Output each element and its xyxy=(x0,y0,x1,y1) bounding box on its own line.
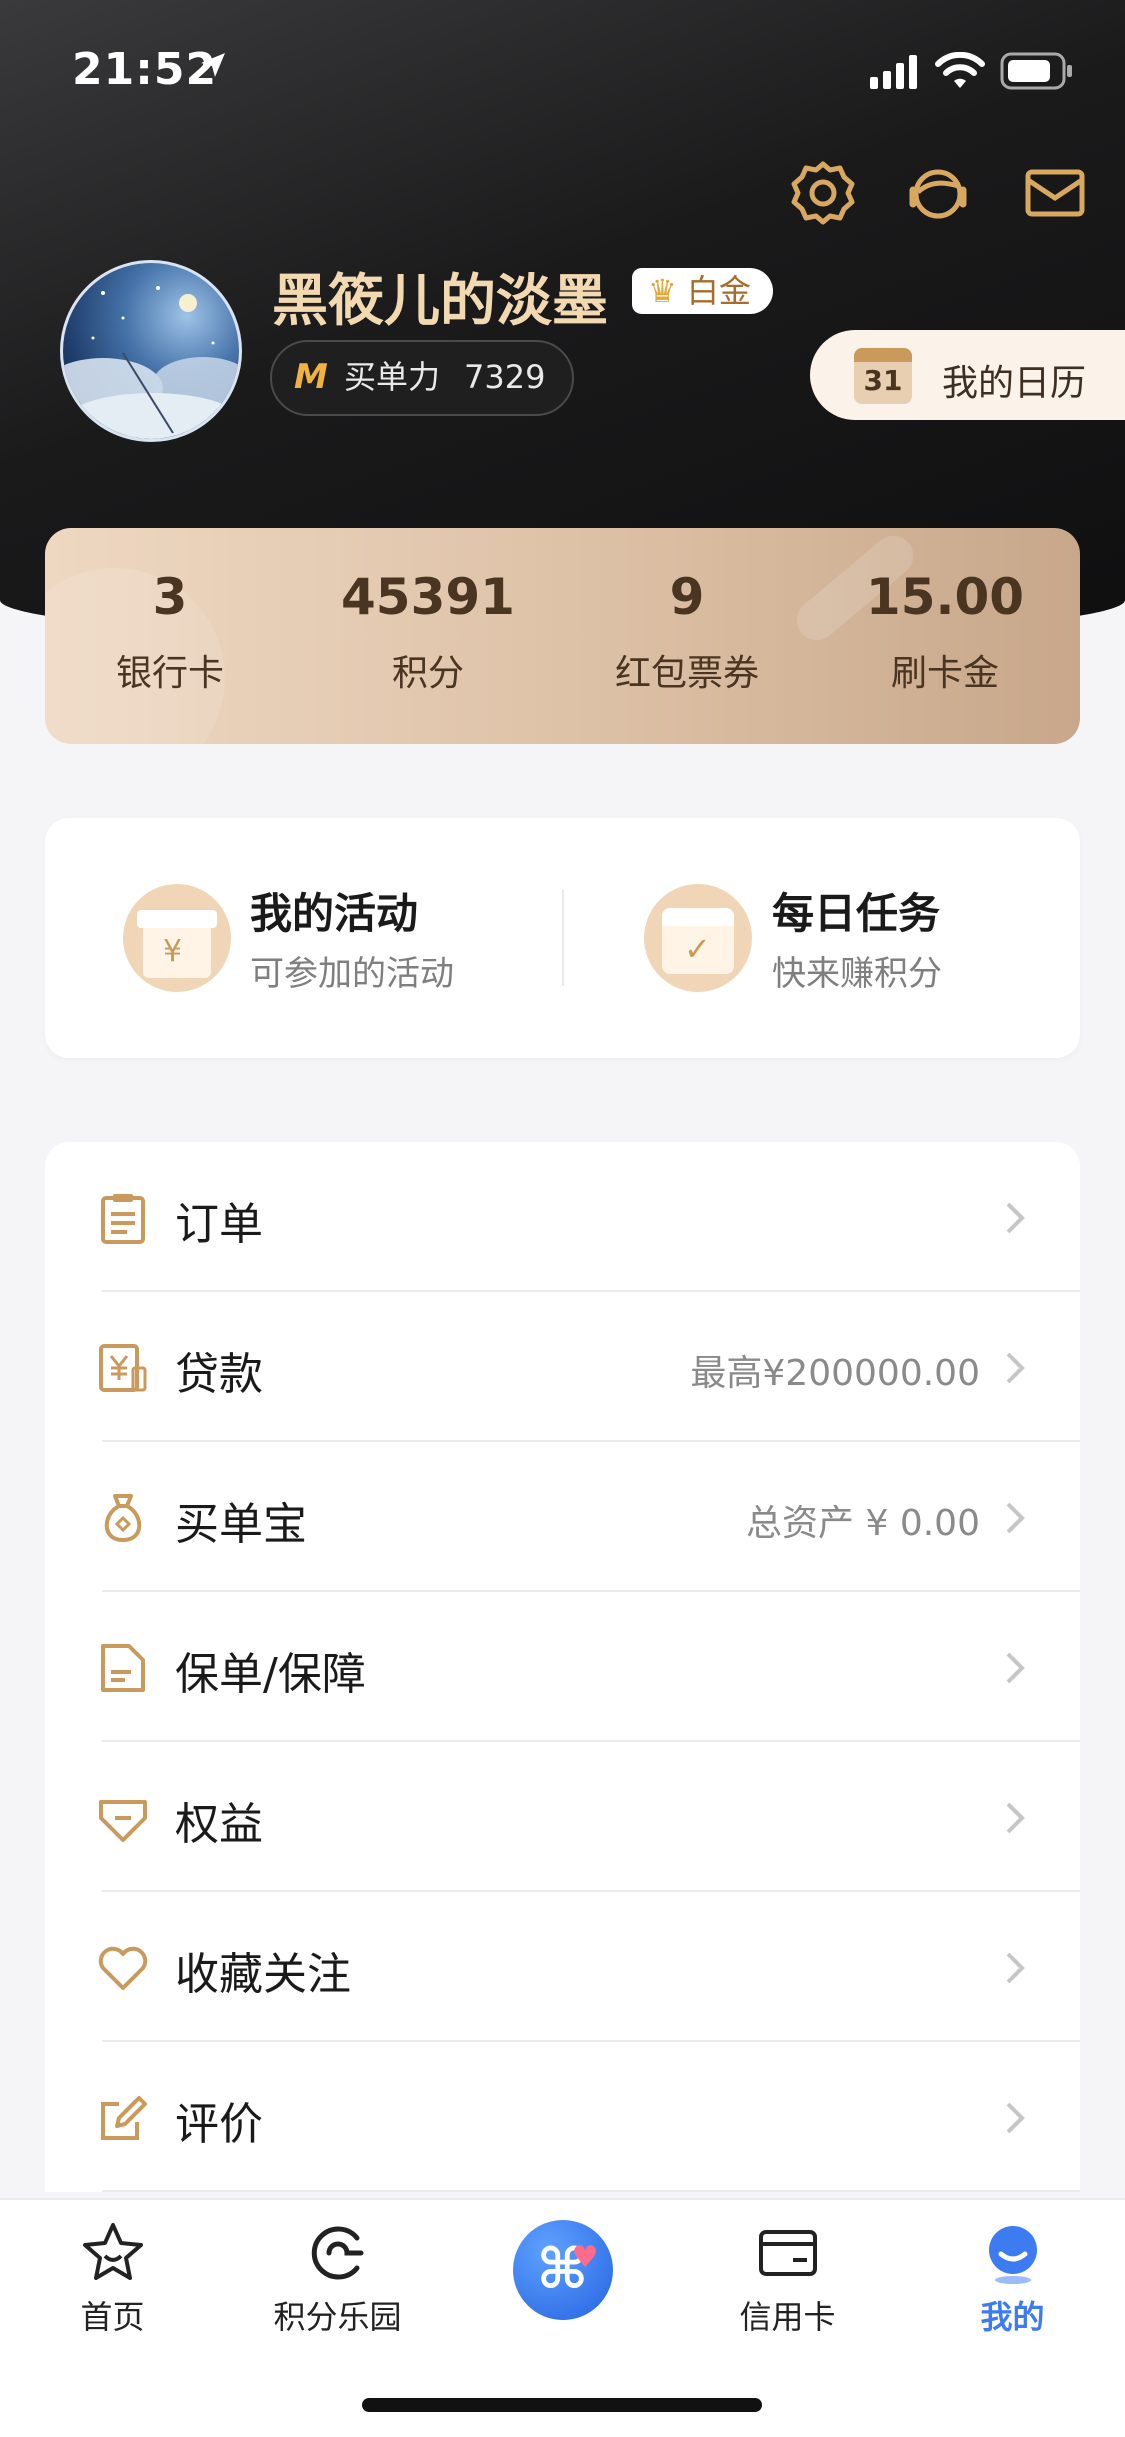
calendar-day: 31 xyxy=(863,364,903,397)
menu-item-orders[interactable]: 订单 xyxy=(45,1142,1080,1292)
menu-value: 最高¥200000.00 xyxy=(690,1353,980,1394)
daily-tasks-title: 每日任务 xyxy=(772,889,941,938)
stat-value: 45391 xyxy=(341,568,515,626)
my-activities-subtitle: 可参加的活动 xyxy=(250,954,454,994)
tab-label: 首页 xyxy=(80,2298,145,2336)
my-activities-title: 我的活动 xyxy=(250,889,419,938)
stat-value: 9 xyxy=(669,568,705,626)
chevron-right-icon xyxy=(1006,2102,1025,2134)
chevron-right-icon xyxy=(1006,1652,1025,1684)
avatar-image-icon xyxy=(63,286,239,439)
stat-coupons[interactable]: 9 红包票券 xyxy=(562,568,812,696)
menu-label: 贷款 xyxy=(175,1349,263,1400)
menu-label: 收藏关注 xyxy=(175,1949,351,2000)
settings-gear-icon[interactable] xyxy=(788,158,858,228)
menu-item-favorites[interactable]: 收藏关注 xyxy=(45,1892,1080,2042)
chevron-right-icon xyxy=(1006,1952,1025,1984)
gift-box-icon: ¥ xyxy=(123,884,231,992)
wifi-icon xyxy=(935,52,985,88)
menu-item-loan[interactable]: 贷款 最高¥200000.00 xyxy=(45,1292,1080,1442)
level-badge[interactable]: ♛ 白金 xyxy=(632,268,773,314)
menu-label: 买单宝 xyxy=(175,1499,307,1550)
money-bag-icon xyxy=(104,1494,142,1543)
menu-label: 保单/保障 xyxy=(175,1649,366,1700)
username: 黑筱儿的淡墨 xyxy=(272,269,608,334)
menu-item-benefits[interactable]: 权益 xyxy=(45,1742,1080,1892)
tab-center-logo[interactable]: ⌘ ♥ xyxy=(450,2220,675,2326)
status-time: 21:52 xyxy=(72,44,218,95)
stat-bank-cards[interactable]: 3 银行卡 xyxy=(45,568,295,696)
chevron-right-icon xyxy=(1006,1802,1025,1834)
crown-icon: ♛ xyxy=(648,272,677,310)
score-label: 买单力 xyxy=(344,358,441,396)
center-logo-icon: ⌘ ♥ xyxy=(512,2220,613,2320)
stat-card-gold[interactable]: 15.00 刷卡金 xyxy=(820,568,1070,696)
profile-icon xyxy=(988,2226,1037,2284)
star-icon xyxy=(82,2223,143,2280)
menu-value: 总资产 ¥ 0.00 xyxy=(746,1503,980,1544)
card-icon xyxy=(758,2230,817,2276)
menu-label: 订单 xyxy=(175,1199,263,1250)
daily-tasks-button[interactable]: ✓ 每日任务 快来赚积分 xyxy=(564,818,1080,1058)
m-logo-icon: M xyxy=(294,357,328,397)
chevron-right-icon xyxy=(1006,1202,1025,1234)
policy-icon xyxy=(101,1644,145,1692)
tab-label: 信用卡 xyxy=(739,2298,836,2336)
stats-card: 3 银行卡 45391 积分 9 红包票券 15.00 刷卡金 xyxy=(45,528,1080,744)
avatar[interactable] xyxy=(60,260,242,442)
tab-home[interactable]: 首页 xyxy=(0,2220,225,2338)
edit-icon xyxy=(101,2096,147,2140)
daily-tasks-subtitle: 快来赚积分 xyxy=(772,954,942,994)
stat-label: 积分 xyxy=(391,653,464,694)
order-icon xyxy=(101,1194,145,1244)
menu-list: 订单 贷款 最高¥200000.00 买单宝 总资产 ¥ 0.00 保单/保障 xyxy=(45,1142,1080,2192)
level-badge-label: 白金 xyxy=(686,272,751,310)
status-bar: 21:52 xyxy=(0,0,1125,140)
stat-label: 红包票券 xyxy=(614,653,759,694)
activity-card: ¥ 我的活动 可参加的活动 ✓ 每日任务 快来赚积分 xyxy=(45,818,1080,1058)
heart-icon xyxy=(98,1946,148,1990)
stat-label: 银行卡 xyxy=(115,653,224,694)
stat-label: 刷卡金 xyxy=(890,653,999,694)
menu-item-maidanbao[interactable]: 买单宝 总资产 ¥ 0.00 xyxy=(45,1442,1080,1592)
chevron-right-icon xyxy=(1006,1502,1025,1534)
menu-item-reviews[interactable]: 评价 xyxy=(45,2042,1080,2192)
battery-icon xyxy=(1000,52,1072,90)
score-value: 7329 xyxy=(464,358,546,396)
menu-label: 权益 xyxy=(175,1799,263,1850)
tab-label: 积分乐园 xyxy=(273,2298,402,2336)
menu-item-policy[interactable]: 保单/保障 xyxy=(45,1592,1080,1742)
mail-icon[interactable] xyxy=(1020,158,1090,228)
tab-points-park[interactable]: 积分乐园 xyxy=(225,2220,450,2338)
my-calendar-button[interactable]: 31 我的日历 xyxy=(810,330,1125,420)
points-icon xyxy=(311,2226,363,2280)
task-calendar-icon: ✓ xyxy=(644,884,752,992)
menu-label: 评价 xyxy=(175,2099,263,2150)
stat-value: 15.00 xyxy=(865,568,1025,626)
tab-mine[interactable]: 我的 xyxy=(900,2220,1125,2338)
diamond-icon xyxy=(99,1800,147,1842)
my-activities-button[interactable]: ¥ 我的活动 可参加的活动 xyxy=(45,818,562,1058)
stat-points[interactable]: 45391 积分 xyxy=(303,568,553,696)
home-indicator xyxy=(362,2398,762,2412)
purchase-power-pill[interactable]: M 买单力 7329 xyxy=(270,340,574,416)
tab-credit-card[interactable]: 信用卡 xyxy=(675,2220,900,2338)
customer-service-icon[interactable] xyxy=(903,158,973,228)
calendar-icon: 31 xyxy=(854,348,912,404)
chevron-right-icon xyxy=(1006,1352,1025,1384)
stat-value: 3 xyxy=(152,568,188,626)
signal-icon xyxy=(870,55,917,89)
tab-label: 我的 xyxy=(980,2298,1045,2336)
loan-icon xyxy=(99,1344,147,1392)
location-arrow-icon xyxy=(201,53,225,77)
calendar-label: 我的日历 xyxy=(942,363,1087,404)
